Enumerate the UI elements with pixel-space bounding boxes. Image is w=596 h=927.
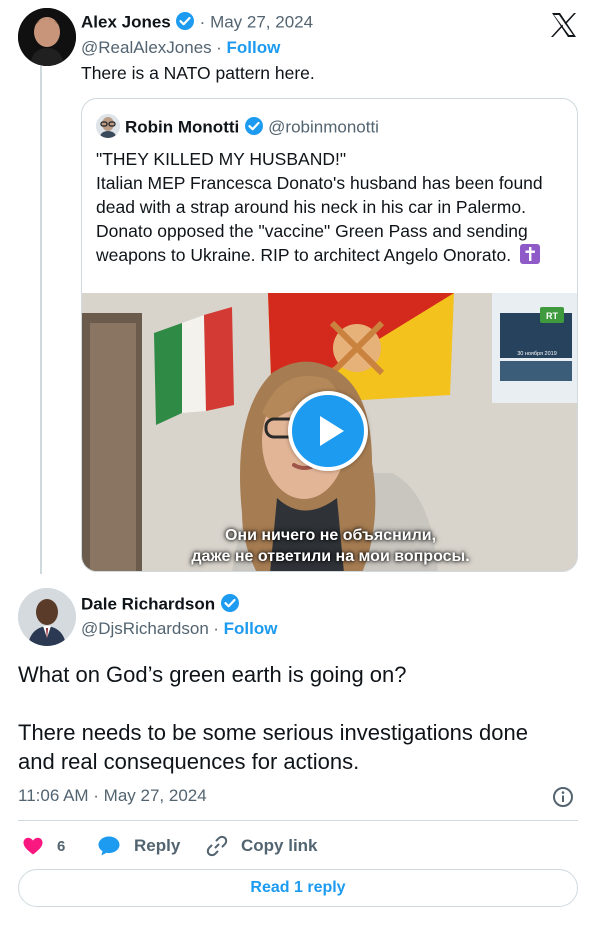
- follow-button[interactable]: Follow: [224, 619, 278, 638]
- x-logo-icon[interactable]: [550, 12, 578, 38]
- quoted-tweet-card[interactable]: Robin Monotti @robinmonotti "THEY KILLED…: [81, 98, 578, 572]
- tweet-date[interactable]: May 27, 2024: [210, 13, 313, 32]
- like-count: 6: [57, 837, 66, 855]
- heart-icon: [22, 835, 44, 857]
- thread-connector-line: [40, 66, 42, 574]
- poster-date-text: 30 ноября 2019: [517, 351, 557, 357]
- author-name[interactable]: Alex Jones: [81, 13, 171, 32]
- reply-author-name[interactable]: Dale Richardson: [81, 595, 215, 614]
- video-player[interactable]: RT 30 ноября 2019 Они ничего не объяснил…: [82, 293, 577, 571]
- reply-button[interactable]: Reply: [97, 834, 180, 858]
- original-tweet-header: Alex Jones · May 27, 2024: [81, 11, 313, 36]
- info-icon[interactable]: [552, 786, 574, 808]
- separator-dot: ·: [199, 12, 211, 32]
- follow-button[interactable]: Follow: [227, 38, 281, 57]
- quoted-text-line: Donato opposed the "vaccine" Green Pass …: [96, 221, 528, 241]
- video-play-button[interactable]: [288, 391, 368, 471]
- author-handle[interactable]: @RealAlexJones: [81, 38, 212, 57]
- reply-bubble-icon: [97, 835, 121, 857]
- original-tweet-handle-row: @RealAlexJones · Follow: [81, 38, 280, 58]
- quoted-tweet-text: "THEY KILLED MY HUSBAND!" Italian MEP Fr…: [96, 147, 571, 270]
- video-subtitles: Они ничего не объяснили, даже не ответил…: [82, 525, 577, 567]
- quoted-text-line: Italian MEP Francesca Donato's husband h…: [96, 173, 543, 193]
- like-button[interactable]: 6: [22, 834, 65, 858]
- read-replies-button[interactable]: Read 1 reply: [18, 869, 578, 907]
- separator-dot: ·: [216, 38, 227, 57]
- reply-tweet-header: Dale Richardson: [81, 593, 240, 618]
- reply-tweet-handle-row: @DjsRichardson · Follow: [81, 619, 277, 639]
- subtitle-line: Они ничего не объяснили,: [224, 527, 437, 544]
- avatar-dale-richardson[interactable]: [18, 588, 76, 646]
- quoted-author-name[interactable]: Robin Monotti: [125, 118, 239, 137]
- verified-badge-icon: [220, 593, 240, 618]
- quoted-text-line: weapons to Ukraine. RIP to architect Ang…: [96, 243, 571, 270]
- quoted-tweet-header: Robin Monotti @robinmonotti: [125, 116, 379, 141]
- divider: [18, 820, 578, 821]
- verified-badge-icon: [244, 116, 264, 141]
- quoted-author-handle[interactable]: @robinmonotti: [268, 118, 379, 137]
- reply-text-line: What on God’s green earth is going on?: [18, 662, 407, 687]
- link-icon: [206, 835, 228, 857]
- reply-label: Reply: [134, 836, 181, 855]
- play-icon: [320, 416, 344, 446]
- reply-text-line: There needs to be some serious investiga…: [18, 720, 528, 745]
- copy-link-label: Copy link: [241, 836, 318, 855]
- rt-badge-text: RT: [546, 311, 558, 321]
- reply-timestamp[interactable]: 11:06 AM · May 27, 2024: [18, 786, 207, 806]
- cross-emoji-icon: [519, 244, 540, 270]
- reply-tweet-text: What on God’s green earth is going on? T…: [18, 660, 578, 776]
- avatar-alex-jones[interactable]: [18, 8, 76, 66]
- avatar-robin-monotti[interactable]: [96, 114, 120, 138]
- quoted-text-line: dead with a strap around his neck in his…: [96, 197, 526, 217]
- separator-dot: ·: [213, 619, 224, 638]
- quoted-text-line: "THEY KILLED MY HUSBAND!": [96, 149, 347, 169]
- reply-author-handle[interactable]: @DjsRichardson: [81, 619, 209, 638]
- reply-text-line: and real consequences for actions.: [18, 749, 360, 774]
- copy-link-button[interactable]: Copy link: [206, 834, 318, 858]
- original-tweet-text: There is a NATO pattern here.: [81, 63, 315, 83]
- subtitle-line: даже не ответили на мои вопросы.: [191, 548, 470, 565]
- verified-badge-icon: [175, 11, 195, 36]
- quoted-text-line-content: weapons to Ukraine. RIP to architect Ang…: [96, 245, 512, 265]
- reply-text-spacer: [18, 689, 578, 718]
